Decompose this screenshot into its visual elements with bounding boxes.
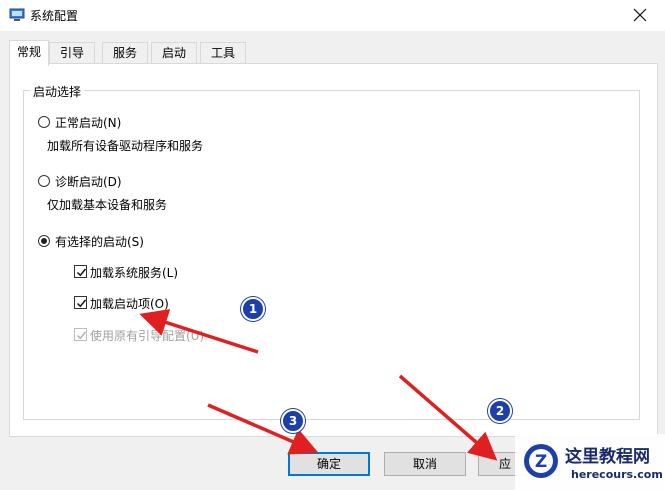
system-config-icon	[9, 8, 25, 22]
load-startup-items-label[interactable]: 加载启动项(O)	[90, 295, 169, 312]
annotation-badge-3: 3	[281, 409, 305, 433]
checkmark-icon	[76, 268, 87, 277]
radio-diagnostic-startup[interactable]	[38, 175, 50, 187]
watermark-logo-icon: Z	[522, 442, 560, 483]
window-title: 系统配置	[30, 9, 79, 23]
watermark: Z 这里教程网 herecours.com	[515, 434, 665, 490]
tab-tools[interactable]: 工具	[200, 42, 246, 64]
radio-selective-startup[interactable]	[38, 235, 50, 247]
general-tab-panel: 启动选择 正常启动(N) 加载所有设备驱动程序和服务 诊断启动(D) 仅加载基本…	[9, 63, 658, 437]
cancel-button[interactable]: 取消	[384, 452, 466, 476]
annotation-badge-1: 1	[241, 297, 265, 321]
close-button[interactable]	[625, 2, 655, 28]
normal-startup-desc: 加载所有设备驱动程序和服务	[47, 139, 204, 153]
close-icon	[633, 8, 647, 22]
use-original-boot-config-label: 使用原有引导配置(U)	[90, 329, 205, 343]
tab-startup[interactable]: 启动	[151, 42, 197, 64]
load-system-services-label[interactable]: 加载系统服务(L)	[90, 264, 178, 281]
watermark-en: herecours.com	[571, 468, 663, 481]
radio-normal-startup[interactable]	[38, 116, 50, 128]
title-bar: 系统配置	[0, 0, 665, 31]
load-system-services-checkbox[interactable]	[74, 265, 87, 278]
group-title: 启动选择	[30, 83, 85, 100]
diagnostic-startup-desc: 仅加载基本设备和服务	[47, 198, 168, 212]
tab-services[interactable]: 服务	[102, 42, 148, 64]
watermark-cn: 这里教程网	[565, 447, 650, 467]
normal-startup-label[interactable]: 正常启动(N)	[55, 114, 121, 131]
diagnostic-startup-label[interactable]: 诊断启动(D)	[55, 173, 122, 190]
checkmark-icon	[76, 299, 87, 308]
use-original-boot-config-checkbox	[74, 328, 87, 341]
load-startup-items-checkbox[interactable]	[74, 296, 87, 309]
checkmark-icon	[76, 331, 87, 340]
tab-boot[interactable]: 引导	[49, 42, 95, 64]
watermark-logo-letter: Z	[535, 452, 547, 472]
ok-button[interactable]: 确定	[288, 452, 370, 476]
radio-selected-dot	[41, 238, 47, 244]
selective-startup-label[interactable]: 有选择的启动(S)	[55, 233, 144, 250]
tab-general[interactable]: 常规	[9, 40, 49, 66]
annotation-badge-2: 2	[488, 399, 512, 423]
